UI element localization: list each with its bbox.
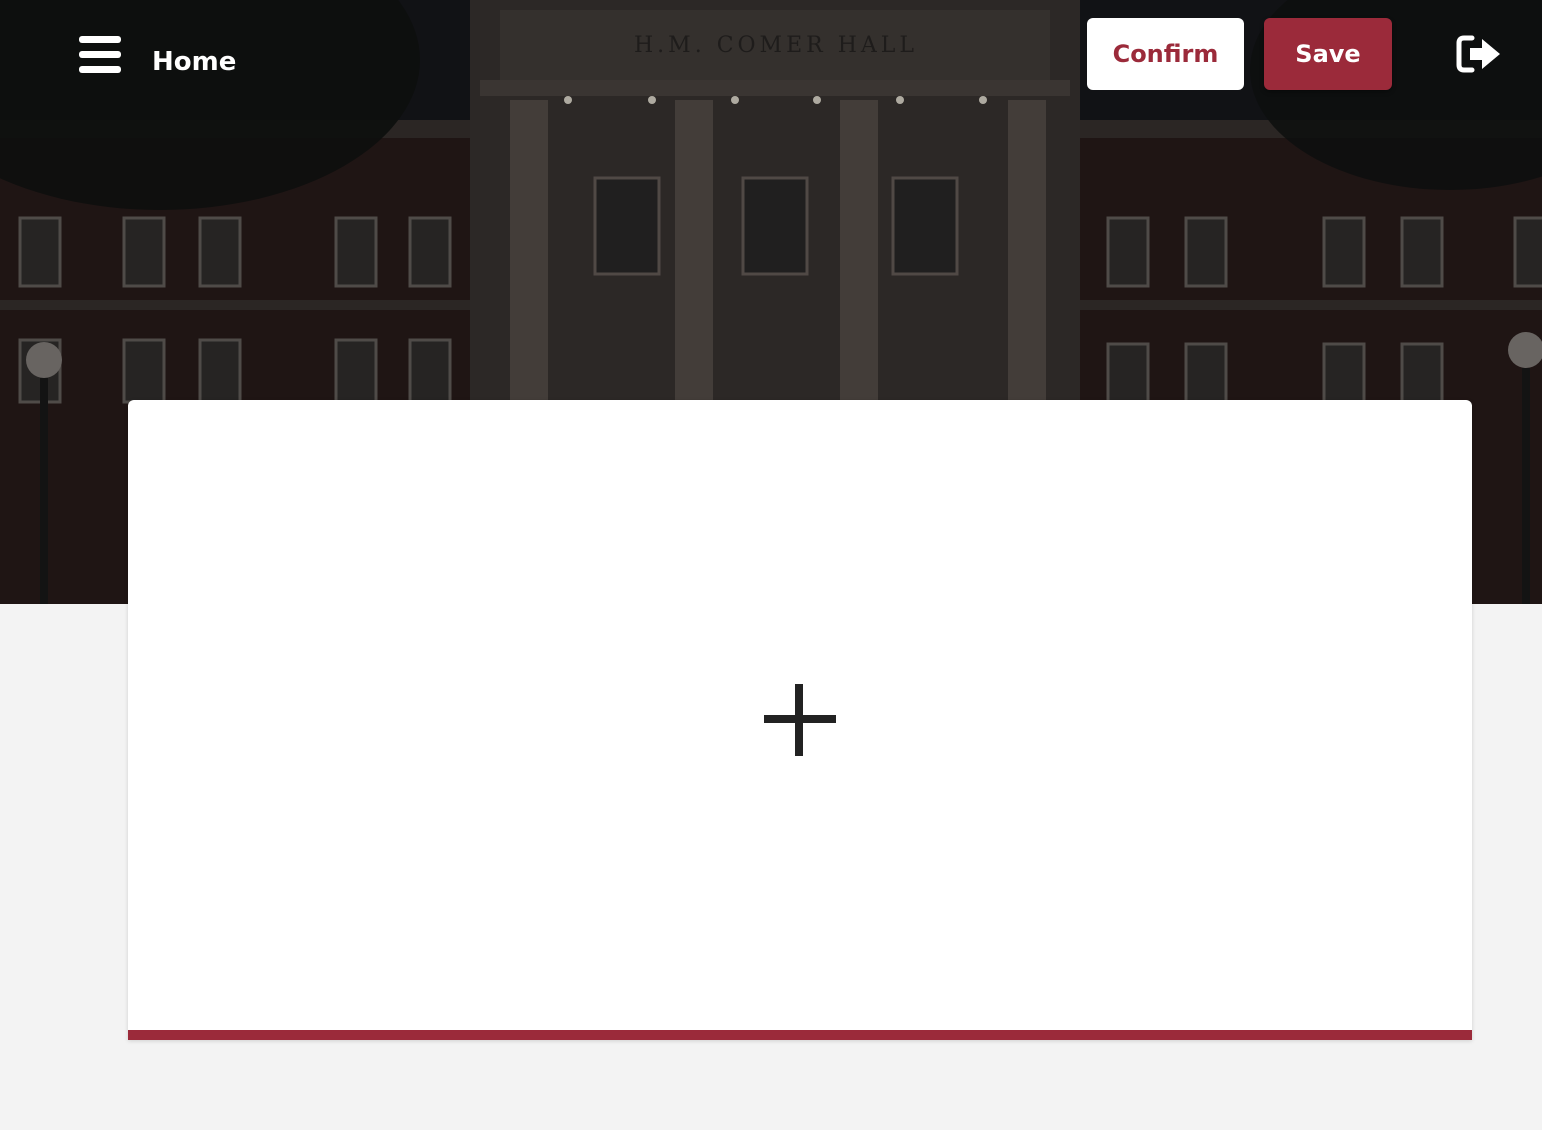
- plus-icon[interactable]: [764, 684, 836, 756]
- confirm-button[interactable]: Confirm: [1087, 18, 1244, 90]
- hamburger-menu-icon[interactable]: [78, 36, 122, 74]
- main-card: [128, 400, 1472, 1040]
- sign-out-icon[interactable]: [1456, 34, 1502, 74]
- building-inscription: H.M. COMER HALL: [634, 33, 918, 58]
- save-button[interactable]: Save: [1264, 18, 1392, 90]
- page-title: Home: [152, 47, 237, 77]
- app-page: H.M. COMER HALL Home Confirm Save: [0, 0, 1542, 1130]
- sign-out-icon-graphic: [1456, 35, 1500, 73]
